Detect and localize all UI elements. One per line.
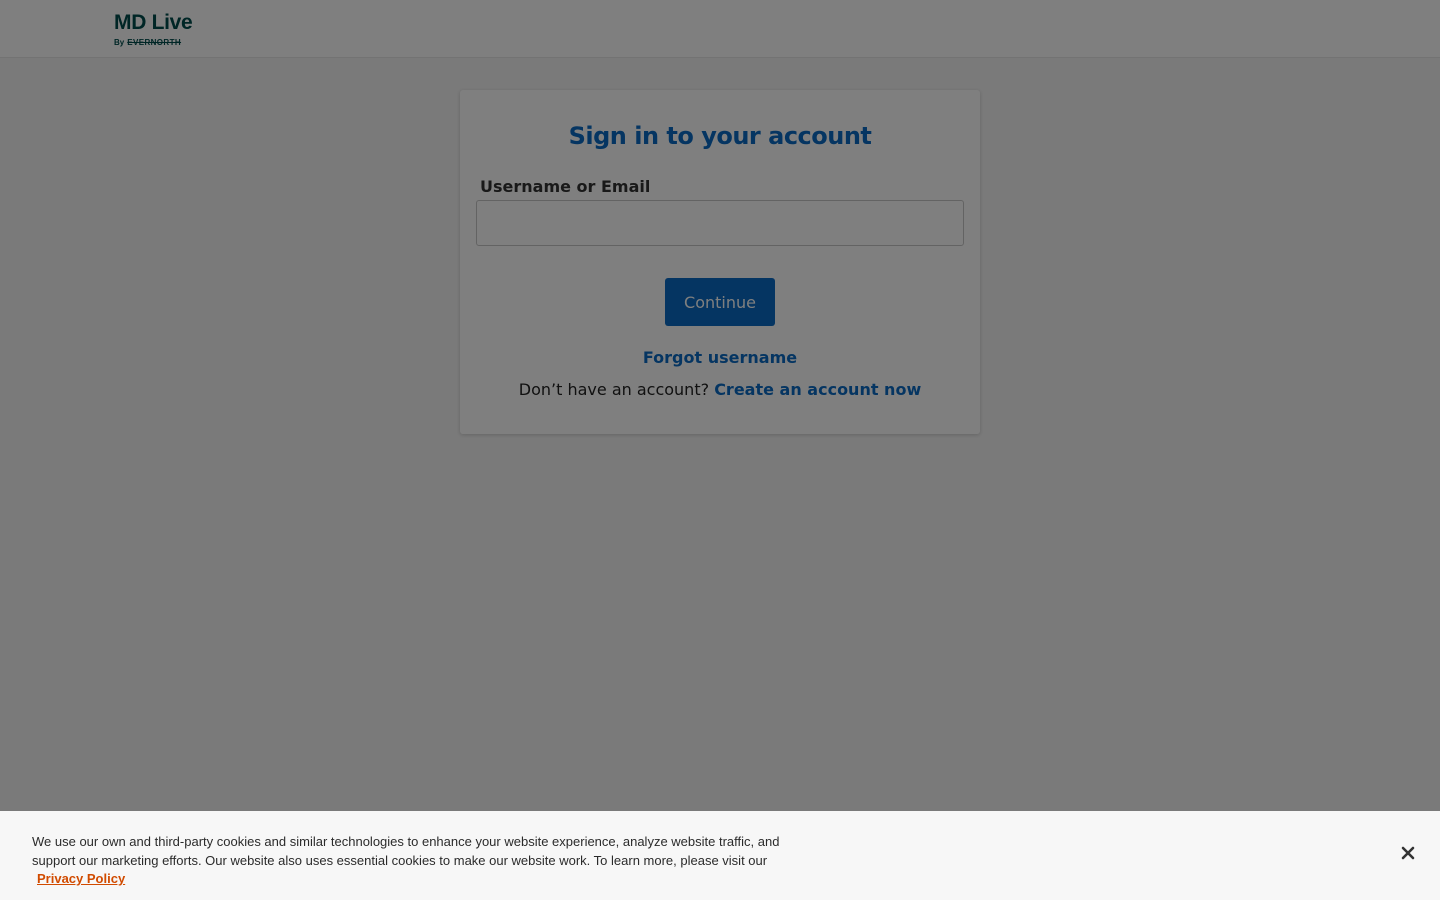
cookie-banner: We use our own and third-party cookies a… (0, 811, 1440, 900)
cookie-text: We use our own and third-party cookies a… (32, 834, 780, 868)
cookie-close-button[interactable] (1396, 832, 1420, 876)
close-icon (1401, 846, 1415, 863)
modal-overlay (0, 0, 1440, 812)
privacy-policy-link[interactable]: Privacy Policy (37, 871, 125, 886)
